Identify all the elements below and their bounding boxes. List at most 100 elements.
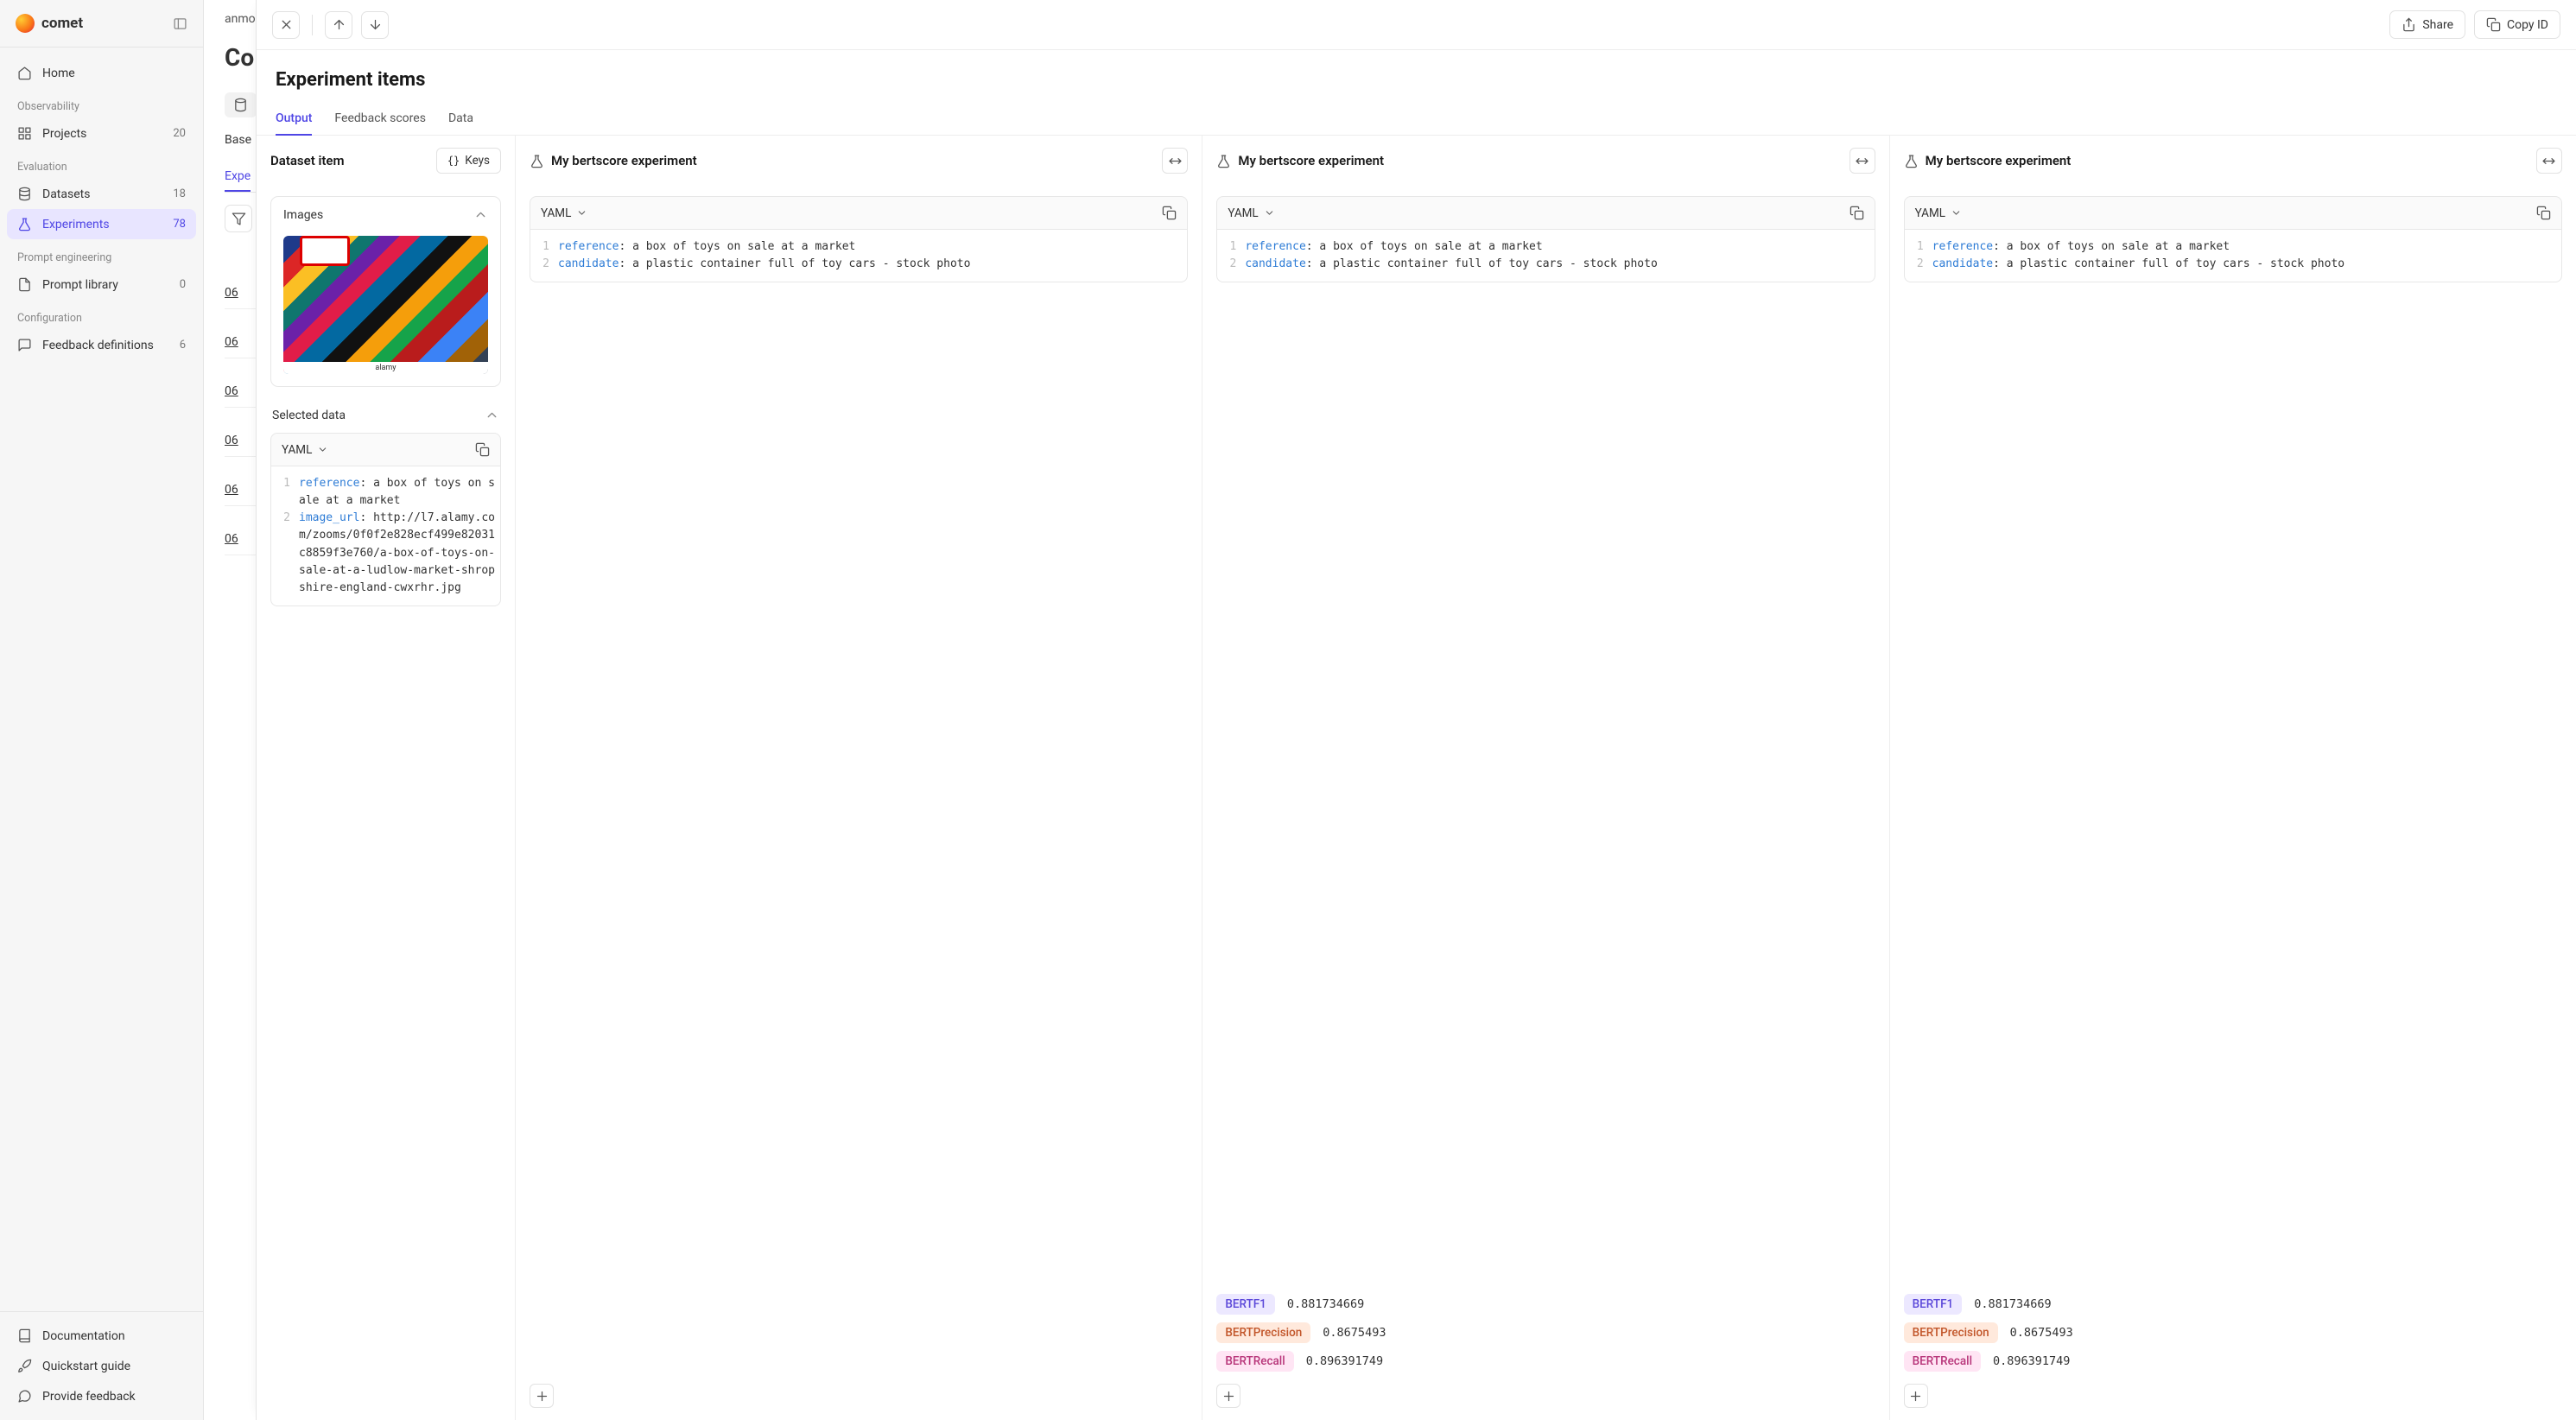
prev-button[interactable]: [325, 11, 352, 39]
add-score-button[interactable]: [1904, 1384, 1928, 1408]
copy-icon[interactable]: [1162, 206, 1177, 220]
yaml-format-select[interactable]: YAML: [1216, 196, 1875, 230]
plus-icon: [1908, 1389, 1923, 1404]
plus-icon: [535, 1389, 549, 1404]
arrow-up-icon: [332, 17, 346, 32]
dataset-item-heading: Dataset item: [270, 153, 429, 168]
nav-prompt-library[interactable]: Prompt library 0: [7, 269, 196, 300]
expand-icon: [2541, 154, 2556, 168]
table-row[interactable]: 06: [225, 408, 256, 457]
nav-documentation[interactable]: Documentation: [7, 1321, 196, 1351]
experiment-yaml-block: 1reference: a box of toys on sale at a m…: [1904, 230, 2562, 282]
experiment-name[interactable]: My bertscore experiment: [1926, 153, 2529, 168]
chevron-down-icon: [1951, 207, 1962, 219]
nav-feedback-label: Provide feedback: [42, 1390, 136, 1404]
expand-icon: [1855, 154, 1869, 168]
dataset-image-thumb[interactable]: [283, 236, 488, 374]
message-icon: [17, 338, 32, 352]
rocket-icon: [17, 1359, 32, 1373]
experiment-name[interactable]: My bertscore experiment: [551, 153, 1155, 168]
tab-output[interactable]: Output: [276, 103, 312, 136]
bg-tab[interactable]: Expe: [225, 162, 251, 192]
nav-projects-label: Projects: [42, 127, 86, 141]
chevron-up-icon: [485, 408, 499, 422]
brand-logo[interactable]: comet: [0, 0, 203, 48]
score-label-f1: BERTF1: [1216, 1294, 1275, 1315]
copy-icon[interactable]: [475, 442, 490, 457]
nav-provide-feedback[interactable]: Provide feedback: [7, 1381, 196, 1411]
nav-feedback-defs[interactable]: Feedback definitions 6: [7, 330, 196, 360]
images-section-toggle[interactable]: Images: [271, 197, 500, 232]
yaml-label: YAML: [282, 443, 312, 457]
next-button[interactable]: [361, 11, 389, 39]
nav-prompt-library-label: Prompt library: [42, 278, 118, 292]
chevron-down-icon: [576, 207, 587, 219]
dataset-chip[interactable]: [225, 92, 256, 117]
arrow-down-icon: [368, 17, 383, 32]
nav-projects[interactable]: Projects 20: [7, 118, 196, 149]
experiment-yaml-block: 1reference: a box of toys on sale at a m…: [530, 230, 1188, 282]
nav-docs-label: Documentation: [42, 1329, 125, 1343]
expand-icon: [1168, 154, 1183, 168]
book-icon: [17, 1328, 32, 1343]
yaml-format-select[interactable]: YAML: [530, 196, 1188, 230]
nav-quickstart-label: Quickstart guide: [42, 1360, 130, 1373]
share-button[interactable]: Share: [2389, 10, 2465, 39]
yaml-format-select[interactable]: YAML: [270, 433, 501, 466]
nav-quickstart[interactable]: Quickstart guide: [7, 1351, 196, 1381]
table-row[interactable]: 06: [225, 309, 256, 358]
close-panel-button[interactable]: [272, 11, 300, 39]
experiment-name[interactable]: My bertscore experiment: [1238, 153, 1842, 168]
flask-icon: [1216, 154, 1231, 168]
table-row[interactable]: 06: [225, 260, 256, 309]
filter-button[interactable]: [225, 205, 252, 232]
plus-icon: [1221, 1389, 1236, 1404]
copy-id-button[interactable]: Copy ID: [2474, 10, 2560, 39]
copy-icon: [2486, 17, 2501, 32]
flask-icon: [530, 154, 544, 168]
nav-experiments[interactable]: Experiments 78: [7, 209, 196, 239]
add-score-button[interactable]: [530, 1384, 554, 1408]
section-configuration: Configuration: [7, 300, 196, 330]
copy-icon[interactable]: [2536, 206, 2551, 220]
flask-icon: [17, 217, 32, 231]
sidebar-collapse-icon[interactable]: [173, 16, 187, 31]
nav-projects-count: 20: [173, 127, 186, 140]
nav-experiments-label: Experiments: [42, 218, 110, 231]
nav-home[interactable]: Home: [7, 58, 196, 88]
selected-data-toggle[interactable]: Selected data: [270, 397, 501, 433]
table-row[interactable]: 06: [225, 506, 256, 555]
breadcrumb[interactable]: anmo: [225, 12, 256, 26]
nav-datasets-label: Datasets: [42, 187, 90, 201]
keys-button[interactable]: {} Keys: [436, 148, 501, 174]
dataset-yaml-block: 1reference: a box of toys on sale at a m…: [270, 466, 501, 606]
database-icon: [17, 187, 32, 201]
nav-home-label: Home: [42, 67, 75, 80]
tab-feedback-scores[interactable]: Feedback scores: [334, 103, 426, 135]
chat-icon: [17, 1389, 32, 1404]
expand-button[interactable]: [1850, 148, 1875, 174]
braces-icon: {}: [447, 155, 460, 167]
grid-icon: [17, 126, 32, 141]
yaml-label: YAML: [1228, 206, 1258, 220]
yaml-format-select[interactable]: YAML: [1904, 196, 2562, 230]
score-value-precision: 0.8675493: [2010, 1326, 2073, 1340]
keys-label: Keys: [465, 154, 490, 168]
score-value-recall: 0.896391749: [1306, 1354, 1383, 1368]
brand-name: comet: [41, 15, 83, 32]
nav-experiments-count: 78: [173, 218, 186, 231]
tab-data[interactable]: Data: [448, 103, 473, 135]
nav-feedback-defs-count: 6: [180, 339, 186, 352]
copy-icon[interactable]: [1850, 206, 1864, 220]
table-row[interactable]: 06: [225, 358, 256, 408]
share-icon: [2402, 17, 2416, 32]
score-label-precision: BERTPrecision: [1216, 1322, 1310, 1343]
expand-button[interactable]: [1162, 148, 1188, 174]
section-evaluation: Evaluation: [7, 149, 196, 179]
nav-datasets[interactable]: Datasets 18: [7, 179, 196, 209]
add-score-button[interactable]: [1216, 1384, 1240, 1408]
expand-button[interactable]: [2536, 148, 2562, 174]
panel-title: Experiment items: [257, 50, 2576, 103]
table-row[interactable]: 06: [225, 457, 256, 506]
home-icon: [17, 66, 32, 80]
